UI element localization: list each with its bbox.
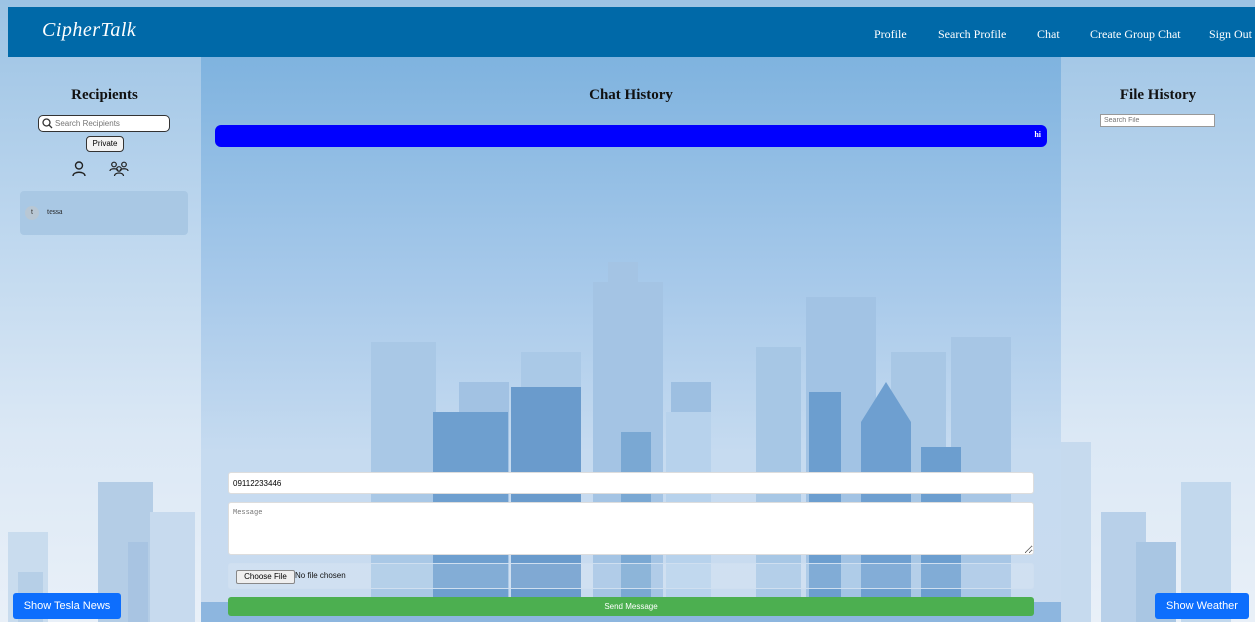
private-mode-button[interactable]: Private [86,136,124,152]
show-tesla-news-button[interactable]: Show Tesla News [13,593,121,619]
app-logo[interactable]: CipherTalk [42,19,136,42]
top-navbar: CipherTalk Profile Search Profile Chat C… [8,7,1255,57]
chat-panel: Chat History hi Choose File No file chos… [201,57,1061,622]
search-icon [42,118,53,129]
nav-profile-link[interactable]: Profile [874,27,907,42]
choose-file-button[interactable]: Choose File [236,570,295,584]
single-user-icon[interactable] [72,161,86,177]
search-file-input[interactable] [1100,114,1215,127]
recipients-heading: Recipients [71,87,138,103]
file-history-heading: File History [1119,87,1197,103]
recipient-item[interactable]: t tessa [20,191,188,235]
nav-create-group-chat-link[interactable]: Create Group Chat [1090,27,1181,42]
recipients-panel: Recipients Private t tessa Show Tesla Ne… [8,57,201,622]
group-users-icon[interactable] [109,161,129,177]
recipient-name: tessa [47,207,63,216]
message-textarea[interactable] [228,502,1034,555]
chat-history-heading: Chat History [589,87,673,103]
send-message-button[interactable]: Send Message [228,597,1034,616]
show-weather-button[interactable]: Show Weather [1155,593,1249,619]
avatar: t [25,206,39,220]
search-recipients-input[interactable] [53,119,167,128]
nav-chat-link[interactable]: Chat [1037,27,1060,42]
file-input-row: Choose File No file chosen [228,563,1034,589]
search-recipients-box[interactable] [38,115,170,132]
nav-sign-out-link[interactable]: Sign Out [1209,27,1252,42]
no-file-status: No file chosen [295,571,346,580]
nav-search-profile-link[interactable]: Search Profile [938,27,1006,42]
file-history-panel: File History Show Weather [1061,57,1255,622]
message-text: hi [1034,130,1041,139]
message-bubble: hi [215,125,1047,147]
recipient-phone-input[interactable] [228,472,1034,494]
